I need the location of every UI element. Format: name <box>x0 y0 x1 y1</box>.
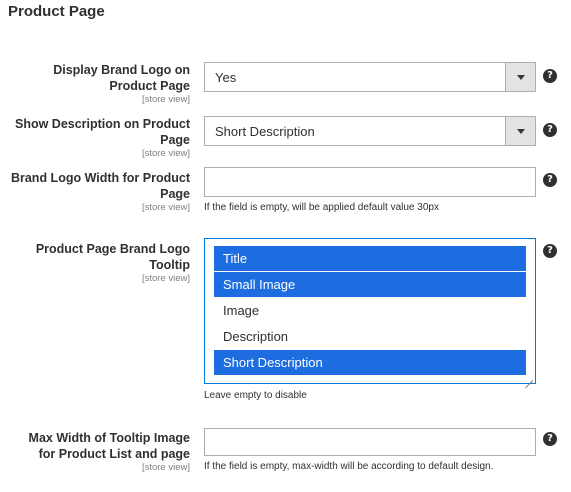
chevron-down-icon <box>517 129 525 134</box>
label-line2: Page <box>160 187 190 201</box>
brand-logo-width-input[interactable] <box>204 167 536 197</box>
option-description[interactable]: Description <box>214 324 526 349</box>
tooltip-multiselect[interactable]: Title Small Image Image Description Shor… <box>204 238 536 384</box>
field-label: Display Brand Logo on Product Page [stor… <box>0 62 190 105</box>
display-brand-logo-select[interactable]: Yes <box>204 62 536 92</box>
option-image[interactable]: Image <box>214 298 526 323</box>
label-line1: Display Brand Logo on <box>53 63 190 77</box>
help-icon[interactable]: ? <box>543 432 557 446</box>
field-label: Show Description on Product Page [store … <box>0 116 190 159</box>
resize-handle[interactable] <box>525 373 533 381</box>
scope-label: [store view] <box>141 462 190 473</box>
select-value: Yes <box>215 70 237 85</box>
option-title[interactable]: Title <box>214 246 526 271</box>
show-description-select[interactable]: Short Description <box>204 116 536 146</box>
help-icon[interactable]: ? <box>543 123 557 137</box>
field-note: If the field is empty, max-width will be… <box>204 461 494 472</box>
field-label: Brand Logo Width for Product Page [store… <box>0 170 190 213</box>
chevron-down-icon <box>517 75 525 80</box>
label-line2: Page <box>160 133 190 147</box>
label-line2: for Product List and page <box>38 447 190 461</box>
section-title: Product Page <box>8 3 105 20</box>
scope-label: [store view] <box>141 202 190 213</box>
dropdown-button[interactable] <box>505 117 535 145</box>
option-short-description[interactable]: Short Description <box>214 350 526 375</box>
help-icon[interactable]: ? <box>543 244 557 258</box>
field-note: Leave empty to disable <box>204 390 307 401</box>
option-small-image[interactable]: Small Image <box>214 272 526 297</box>
label-line1: Product Page Brand Logo <box>35 242 190 256</box>
label-line1: Max Width of Tooltip Image <box>28 431 190 445</box>
field-label: Product Page Brand Logo Tooltip [store v… <box>0 241 190 284</box>
scope-label: [store view] <box>141 273 190 284</box>
scope-label: [store view] <box>141 94 190 105</box>
field-label: Max Width of Tooltip Image for Product L… <box>0 430 190 473</box>
label-line2: Product Page <box>109 79 190 93</box>
help-icon[interactable]: ? <box>543 173 557 187</box>
label-line2: Tooltip <box>149 258 190 272</box>
label-line1: Show Description on Product <box>14 117 190 131</box>
field-note: If the field is empty, will be applied d… <box>204 202 439 213</box>
max-width-tooltip-input[interactable] <box>204 428 536 456</box>
dropdown-button[interactable] <box>505 63 535 91</box>
help-icon[interactable]: ? <box>543 69 557 83</box>
select-value: Short Description <box>215 124 315 139</box>
label-line1: Brand Logo Width for Product <box>10 171 190 185</box>
scope-label: [store view] <box>141 148 190 159</box>
